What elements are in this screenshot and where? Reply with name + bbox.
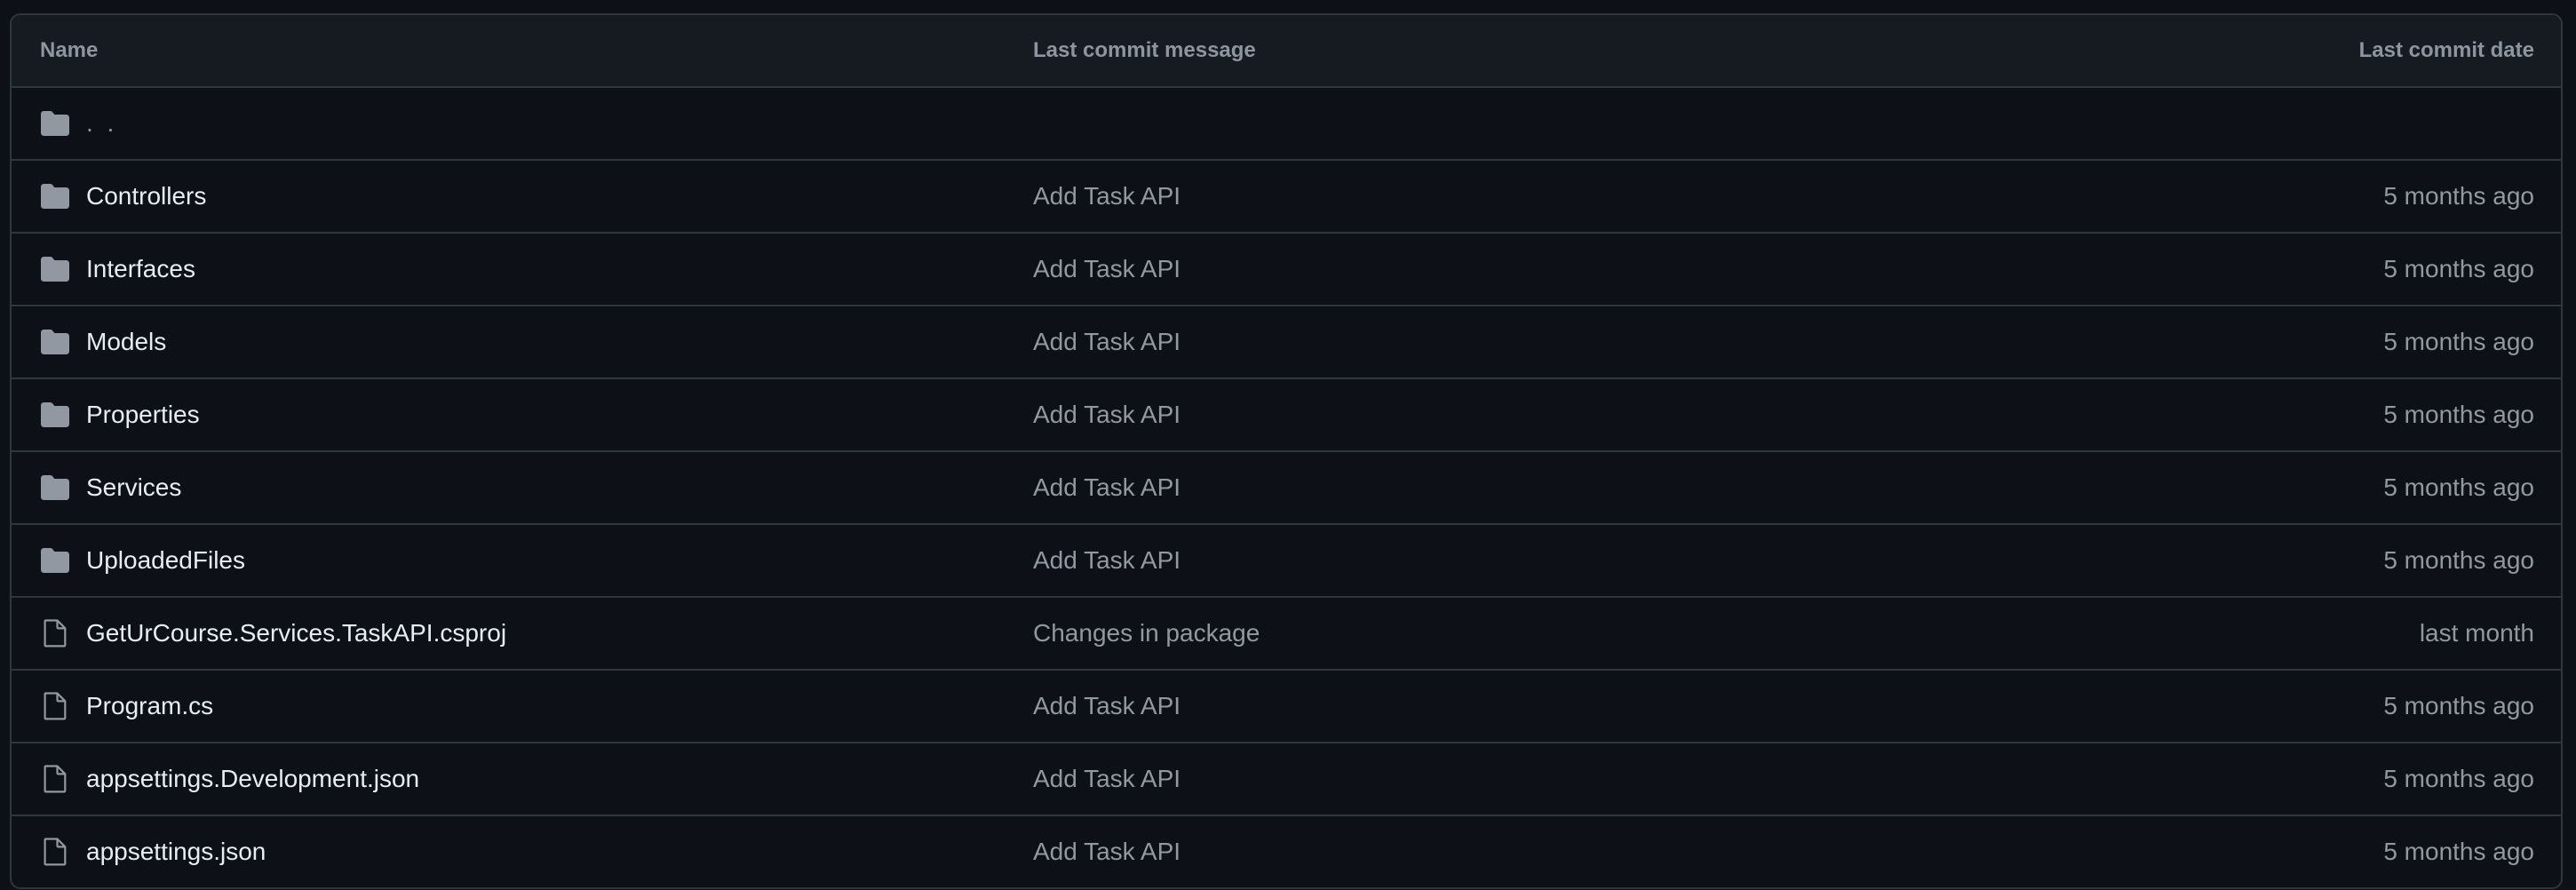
folder-icon bbox=[40, 545, 70, 576]
commit-message-link[interactable]: Add Task API bbox=[1033, 692, 1181, 719]
parent-directory-link[interactable]: . . bbox=[86, 109, 117, 138]
file-row[interactable]: Models Add Task API 5 months ago bbox=[12, 305, 2561, 377]
file-row[interactable]: GetUrCourse.Services.TaskAPI.csproj Chang… bbox=[12, 596, 2561, 669]
file-name-link[interactable]: Interfaces bbox=[86, 255, 195, 283]
header-name: Name bbox=[40, 38, 99, 62]
file-row[interactable]: Program.cs Add Task API 5 months ago bbox=[12, 669, 2561, 742]
commit-date: 5 months ago bbox=[2383, 255, 2534, 282]
file-name-link[interactable]: UploadedFiles bbox=[86, 546, 245, 575]
file-row[interactable]: appsettings.Development.json Add Task API… bbox=[12, 742, 2561, 815]
commit-date: 5 months ago bbox=[2383, 692, 2534, 719]
commit-message-link[interactable]: Add Task API bbox=[1033, 401, 1181, 428]
folder-icon bbox=[40, 473, 70, 503]
folder-icon bbox=[40, 254, 70, 284]
commit-message-link[interactable]: Add Task API bbox=[1033, 765, 1181, 792]
file-icon bbox=[40, 618, 70, 648]
table-header: Name Last commit message Last commit dat… bbox=[12, 15, 2561, 86]
commit-message-link[interactable]: Add Task API bbox=[1033, 328, 1181, 355]
folder-icon bbox=[40, 400, 70, 430]
file-name-link[interactable]: GetUrCourse.Services.TaskAPI.csproj bbox=[86, 619, 506, 648]
file-name-link[interactable]: Controllers bbox=[86, 182, 206, 211]
commit-message-link[interactable]: Add Task API bbox=[1033, 473, 1181, 501]
file-row[interactable]: UploadedFiles Add Task API 5 months ago bbox=[12, 523, 2561, 596]
file-row[interactable]: Properties Add Task API 5 months ago bbox=[12, 377, 2561, 450]
commit-message-link[interactable]: Changes in package bbox=[1033, 619, 1260, 647]
commit-date: 5 months ago bbox=[2383, 765, 2534, 792]
file-table: Name Last commit message Last commit dat… bbox=[10, 13, 2563, 889]
commit-message-link[interactable]: Add Task API bbox=[1033, 838, 1181, 865]
file-icon bbox=[40, 691, 70, 721]
folder-icon bbox=[40, 108, 70, 139]
parent-directory-row[interactable]: . . bbox=[12, 86, 2561, 159]
file-name-link[interactable]: Properties bbox=[86, 401, 200, 429]
folder-icon bbox=[40, 181, 70, 211]
file-row[interactable]: Controllers Add Task API 5 months ago bbox=[12, 159, 2561, 232]
commit-date: 5 months ago bbox=[2383, 182, 2534, 210]
file-name-link[interactable]: appsettings.json bbox=[86, 838, 266, 866]
file-row[interactable]: Interfaces Add Task API 5 months ago bbox=[12, 232, 2561, 305]
commit-date: last month bbox=[2419, 619, 2534, 647]
header-commit-message: Last commit message bbox=[1033, 38, 1256, 62]
file-icon bbox=[40, 764, 70, 794]
commit-date: 5 months ago bbox=[2383, 838, 2534, 865]
file-icon bbox=[40, 837, 70, 867]
file-name-link[interactable]: appsettings.Development.json bbox=[86, 765, 419, 793]
commit-message-link[interactable]: Add Task API bbox=[1033, 182, 1181, 210]
file-name-link[interactable]: Models bbox=[86, 328, 166, 356]
header-commit-date: Last commit date bbox=[2358, 38, 2534, 62]
commit-date: 5 months ago bbox=[2383, 401, 2534, 428]
commit-date: 5 months ago bbox=[2383, 473, 2534, 501]
file-row[interactable]: Services Add Task API 5 months ago bbox=[12, 450, 2561, 523]
folder-icon bbox=[40, 327, 70, 357]
commit-message-link[interactable]: Add Task API bbox=[1033, 255, 1181, 282]
commit-message-link[interactable]: Add Task API bbox=[1033, 546, 1181, 574]
file-name-link[interactable]: Program.cs bbox=[86, 692, 213, 720]
file-name-link[interactable]: Services bbox=[86, 473, 181, 502]
commit-date: 5 months ago bbox=[2383, 546, 2534, 574]
commit-date: 5 months ago bbox=[2383, 328, 2534, 355]
file-list: Controllers Add Task API 5 months ago Inter… bbox=[12, 159, 2561, 887]
file-row[interactable]: appsettings.json Add Task API 5 months ago bbox=[12, 815, 2561, 887]
